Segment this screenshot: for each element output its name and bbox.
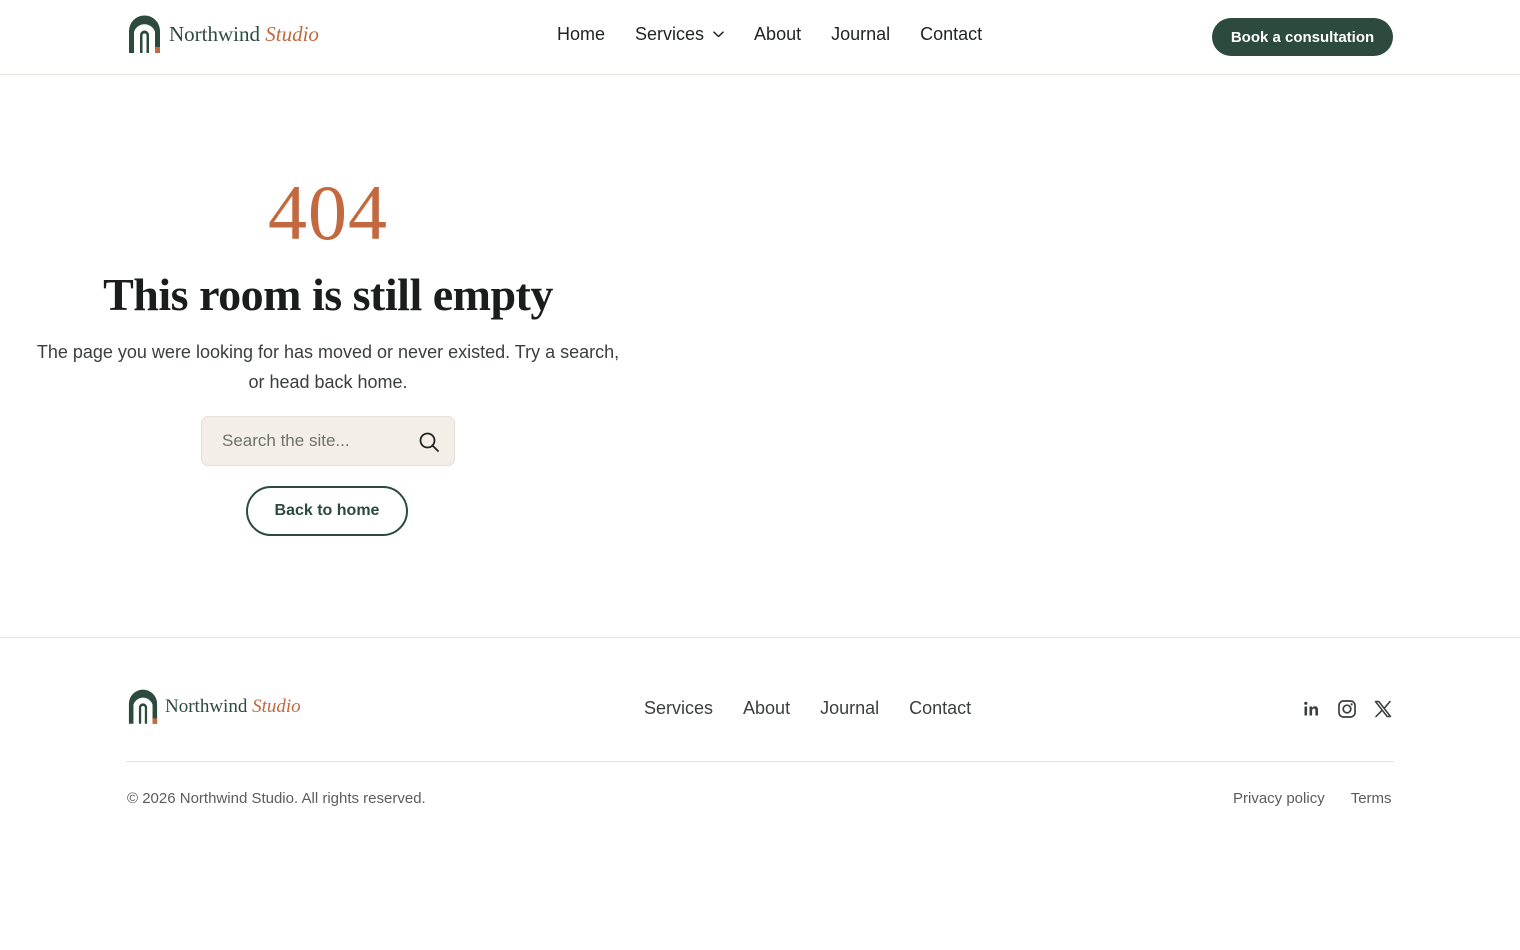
nav-contact[interactable]: Contact [920,24,982,45]
search-box [201,416,455,466]
search-input[interactable] [222,417,412,465]
logo-name: Northwind [169,21,260,46]
instagram-icon[interactable] [1336,698,1358,720]
footer-nav-journal[interactable]: Journal [820,698,879,719]
header-logo[interactable]: Northwind Studio [128,15,319,53]
nav-home[interactable]: Home [557,24,605,45]
page-title: This room is still empty [103,269,553,320]
arch-logo-icon [128,689,158,724]
main-content: 404 This room is still empty The page yo… [0,75,1520,637]
main-nav: Home Services About Journal Contact [557,24,982,45]
footer-logo-wordmark: Northwind Studio [165,696,301,718]
nav-services[interactable]: Services [635,24,724,45]
footer-nav: Services About Journal Contact [644,698,971,719]
legal-links: Privacy policy Terms [1233,790,1392,807]
site-header: Northwind Studio Home Services About Jou… [0,0,1520,75]
footer-logo-name: Northwind [165,695,248,717]
footer-logo[interactable]: Northwind Studio [128,689,301,724]
logo-wordmark: Northwind Studio [169,22,319,47]
footer-logo-accent: Studio [252,695,301,717]
site-footer: Northwind Studio Services About Journal … [0,637,1520,950]
nav-services-label: Services [635,24,705,44]
logo-accent: Studio [265,21,319,46]
footer-divider [126,761,1394,762]
nav-about[interactable]: About [754,24,801,45]
footer-nav-contact[interactable]: Contact [909,698,971,719]
back-to-home-button[interactable]: Back to home [246,486,408,536]
footer-nav-about[interactable]: About [743,698,790,719]
privacy-policy-link[interactable]: Privacy policy [1233,790,1325,807]
social-links [1300,698,1394,720]
error-description: The page you were looking for has moved … [36,342,620,392]
copyright-text: © 2026 Northwind Studio. All rights rese… [127,790,426,807]
x-icon[interactable] [1372,698,1394,720]
book-consultation-button[interactable]: Book a consultation [1212,18,1393,56]
terms-link[interactable]: Terms [1351,790,1392,807]
arch-logo-icon [129,15,160,53]
linkedin-icon[interactable] [1300,698,1322,720]
footer-nav-services[interactable]: Services [644,698,713,719]
search-icon[interactable] [418,431,440,453]
nav-journal[interactable]: Journal [831,24,890,45]
chevron-down-icon [713,31,724,38]
error-code: 404 [268,169,388,256]
